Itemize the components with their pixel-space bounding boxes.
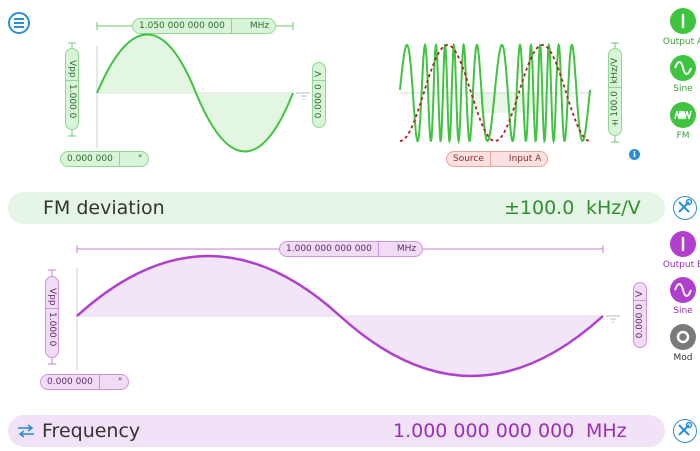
power-icon bbox=[681, 236, 685, 252]
waveform-b-label: Sine bbox=[673, 306, 693, 316]
phase-unit-b: ° bbox=[117, 377, 123, 387]
frequency-value: 1.000 000 000 000 bbox=[393, 420, 575, 442]
swap-arrows-icon[interactable] bbox=[17, 424, 35, 438]
phase-pill-b[interactable]: 0.000 000 ° bbox=[40, 374, 130, 390]
frequency-label: Frequency bbox=[42, 420, 141, 442]
ring-icon bbox=[676, 330, 690, 344]
phase-value-b: 0.000 000 bbox=[47, 377, 93, 387]
frequency-bar[interactable]: Frequency 1.000 000 000 000 MHz bbox=[8, 415, 665, 447]
modulation-b-button[interactable] bbox=[670, 324, 696, 350]
frequency-tool-button[interactable] bbox=[673, 419, 697, 443]
sine-wave-icon bbox=[674, 283, 692, 297]
frequency-unit: MHz bbox=[586, 420, 627, 442]
output-b-toggle[interactable] bbox=[670, 231, 696, 257]
waveform-b-button[interactable] bbox=[670, 277, 696, 303]
wrench-screwdriver-icon bbox=[678, 421, 693, 436]
modulation-b-label: Mod bbox=[673, 353, 693, 363]
output-b-label: Output B bbox=[662, 260, 700, 270]
